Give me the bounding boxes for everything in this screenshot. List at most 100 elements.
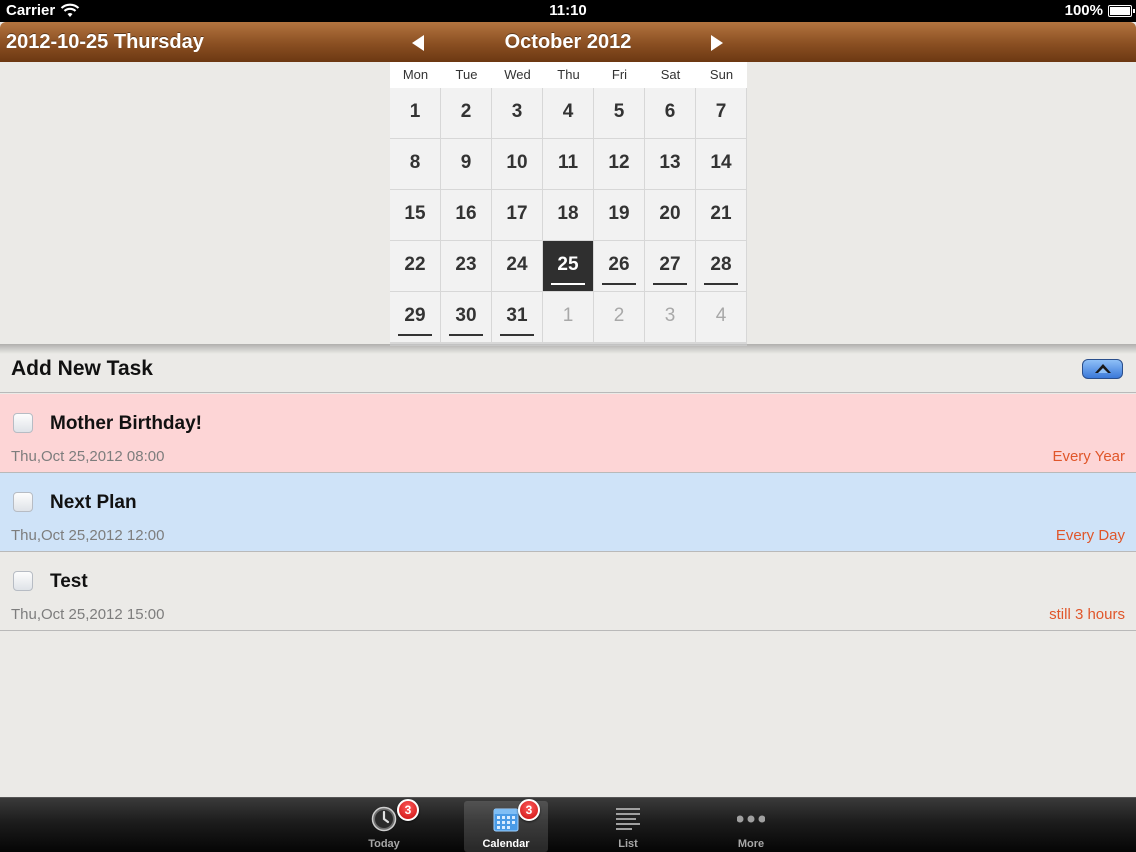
calendar-day[interactable]: 9 bbox=[441, 139, 491, 189]
calendar-day[interactable]: 17 bbox=[492, 190, 542, 240]
calendar-day[interactable]: 27 bbox=[645, 241, 695, 291]
task-row[interactable]: Mother Birthday! Thu,Oct 25,2012 08:00 Eve… bbox=[0, 394, 1136, 473]
calendar-day[interactable]: 30 bbox=[441, 292, 491, 342]
add-new-task-button[interactable]: Add New Task bbox=[11, 357, 153, 381]
calendar-day-number: 8 bbox=[409, 152, 421, 173]
calendar-day[interactable]: 28 bbox=[696, 241, 746, 291]
tab-list[interactable]: List bbox=[586, 801, 670, 852]
calendar-day[interactable]: 1 bbox=[543, 292, 593, 342]
calendar-day[interactable]: 29 bbox=[390, 292, 440, 342]
badge-count: 3 bbox=[397, 799, 419, 821]
calendar-day-number: 12 bbox=[608, 152, 630, 173]
weekday-row: Mon Tue Wed Thu Fri Sat Sun bbox=[390, 62, 747, 88]
calendar-day[interactable]: 22 bbox=[390, 241, 440, 291]
weekday-label: Tue bbox=[455, 67, 478, 82]
task-indicator bbox=[398, 334, 432, 336]
calendar-day[interactable]: 19 bbox=[594, 190, 644, 240]
task-row[interactable]: Test Thu,Oct 25,2012 15:00 still 3 hours bbox=[0, 552, 1136, 631]
calendar-day-number: 30 bbox=[455, 305, 477, 326]
prev-month-icon[interactable] bbox=[412, 35, 424, 51]
calendar-day[interactable]: 24 bbox=[492, 241, 542, 291]
task-repeat: Every Day bbox=[1055, 527, 1125, 544]
tab-today[interactable]: 3 Today bbox=[342, 799, 426, 852]
task-repeat: Every Year bbox=[1052, 448, 1125, 465]
collapse-calendar-button[interactable] bbox=[1082, 359, 1123, 379]
calendar-day[interactable]: 31 bbox=[492, 292, 542, 342]
calendar-day-number: 20 bbox=[659, 203, 681, 224]
calendar-header: 2012-10-25 Thursday October 2012 bbox=[0, 22, 1136, 62]
weekday-label: Fri bbox=[611, 67, 628, 82]
calendar-day[interactable]: 25 bbox=[543, 241, 593, 291]
calendar-day[interactable]: 5 bbox=[594, 88, 644, 138]
calendar-day-number: 9 bbox=[460, 152, 472, 173]
calendar-day-number: 1 bbox=[409, 101, 421, 122]
calendar-day-number: 27 bbox=[659, 254, 681, 275]
calendar-day-number: 2 bbox=[460, 101, 472, 122]
task-row[interactable]: Next Plan Thu,Oct 25,2012 12:00 Every Day bbox=[0, 473, 1136, 552]
task-indicator bbox=[500, 334, 534, 336]
calendar-day-number: 15 bbox=[404, 203, 426, 224]
calendar-day[interactable]: 3 bbox=[492, 88, 542, 138]
calendar-day[interactable]: 4 bbox=[543, 88, 593, 138]
calendar-day-number: 24 bbox=[506, 254, 528, 275]
calendar-day[interactable]: 14 bbox=[696, 139, 746, 189]
month-calendar: Mon Tue Wed Thu Fri Sat Sun 1 2 3 4 5 6 7 8 9 10 11 12 13 1… bbox=[390, 62, 747, 346]
tab-calendar[interactable]: 3 Calendar bbox=[464, 799, 548, 852]
calendar-day[interactable]: 7 bbox=[696, 88, 746, 138]
calendar-day[interactable]: 6 bbox=[645, 88, 695, 138]
calendar-day[interactable]: 23 bbox=[441, 241, 491, 291]
clock-time: 11:10 bbox=[549, 2, 587, 19]
weekday-label: Sat bbox=[660, 67, 681, 82]
calendar-day[interactable]: 2 bbox=[441, 88, 491, 138]
calendar-day-number: 26 bbox=[608, 254, 630, 275]
more-icon bbox=[736, 805, 766, 833]
task-checkbox[interactable] bbox=[13, 413, 33, 433]
calendar-day[interactable]: 21 bbox=[696, 190, 746, 240]
calendar-day[interactable]: 12 bbox=[594, 139, 644, 189]
calendar-day[interactable]: 4 bbox=[696, 292, 746, 342]
badge-count: 3 bbox=[518, 799, 540, 821]
calendar-day[interactable]: 10 bbox=[492, 139, 542, 189]
calendar-day[interactable]: 18 bbox=[543, 190, 593, 240]
calendar-day-number: 11 bbox=[557, 152, 579, 173]
task-checkbox[interactable] bbox=[13, 492, 33, 512]
calendar-day-number: 3 bbox=[664, 305, 676, 326]
calendar-day[interactable]: 3 bbox=[645, 292, 695, 342]
calendar-day[interactable]: 13 bbox=[645, 139, 695, 189]
task-checkbox[interactable] bbox=[13, 571, 33, 591]
calendar-day-number: 5 bbox=[613, 101, 625, 122]
calendar-day[interactable]: 8 bbox=[390, 139, 440, 189]
calendar-day-number: 6 bbox=[664, 101, 676, 122]
month-title: October 2012 bbox=[504, 31, 632, 53]
calendar-day-number: 19 bbox=[608, 203, 630, 224]
calendar-day[interactable]: 11 bbox=[543, 139, 593, 189]
next-month-icon[interactable] bbox=[711, 35, 723, 51]
battery-percent: 100% bbox=[1064, 2, 1103, 19]
calendar-day[interactable]: 16 bbox=[441, 190, 491, 240]
calendar-day-number: 14 bbox=[710, 152, 732, 173]
calendar-day[interactable]: 1 bbox=[390, 88, 440, 138]
calendar-day-number: 21 bbox=[710, 203, 732, 224]
selected-date-label: 2012-10-25 Thursday bbox=[6, 31, 204, 53]
calendar-day[interactable]: 20 bbox=[645, 190, 695, 240]
task-indicator bbox=[653, 283, 687, 285]
task-datetime: Thu,Oct 25,2012 08:00 bbox=[11, 448, 165, 465]
calendar-area: Mon Tue Wed Thu Fri Sat Sun 1 2 3 4 5 6 7 8 9 10 11 12 13 1… bbox=[0, 62, 1136, 346]
calendar-day[interactable]: 26 bbox=[594, 241, 644, 291]
calendar-day[interactable]: 15 bbox=[390, 190, 440, 240]
calendar-day-number: 4 bbox=[562, 101, 574, 122]
calendar-day-number: 31 bbox=[506, 305, 528, 326]
status-bar: Carrier 11:10 100% bbox=[0, 0, 1136, 22]
calendar-day-number: 1 bbox=[562, 305, 574, 326]
tab-label: Calendar bbox=[482, 838, 530, 850]
calendar-day-number: 4 bbox=[715, 305, 727, 326]
calendar-day[interactable]: 2 bbox=[594, 292, 644, 342]
calendar-icon bbox=[492, 805, 520, 833]
weekday-label: Wed bbox=[504, 67, 531, 82]
tab-more[interactable]: More bbox=[709, 801, 793, 852]
task-indicator bbox=[704, 283, 738, 285]
calendar-day-number: 3 bbox=[511, 101, 523, 122]
battery-icon bbox=[1108, 5, 1135, 17]
weekday-label: Sun bbox=[709, 67, 734, 82]
task-name: Test bbox=[50, 571, 88, 592]
